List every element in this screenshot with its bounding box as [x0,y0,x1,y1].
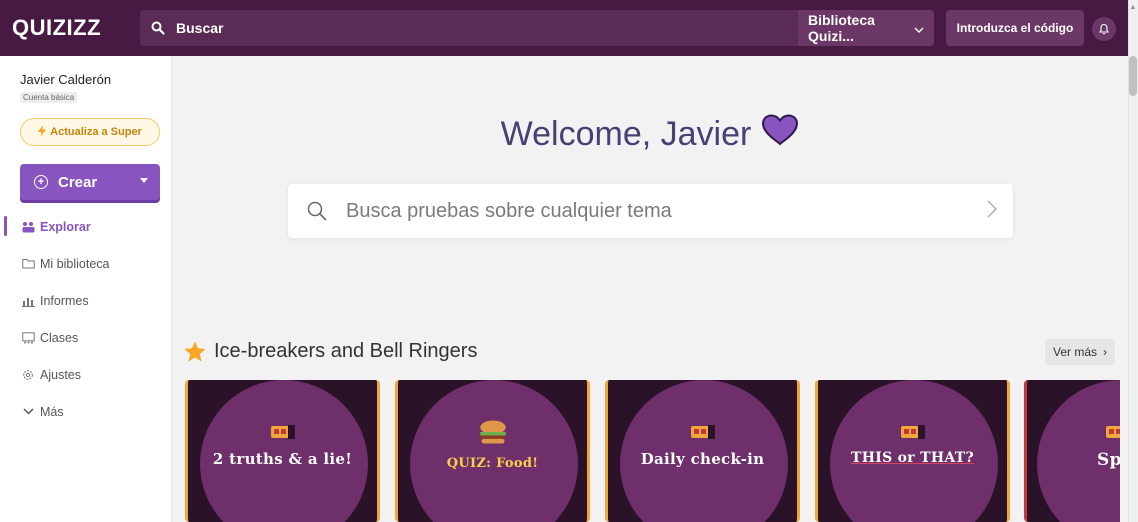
create-label: Crear [58,173,98,191]
sidebar-item-settings[interactable]: Ajustes [0,356,171,393]
sidebar-item-label: Clases [40,330,79,345]
sidebar: Javier Calderón Cuenta básica Actualiza … [0,56,172,522]
bus-logo-icon [1106,426,1120,438]
upgrade-button[interactable]: Actualiza a Super [20,118,160,146]
quiz-card[interactable]: 2 truths & a lie! [185,380,380,522]
see-more-button[interactable]: Ver más › [1045,339,1116,365]
top-search-bar[interactable]: Buscar Biblioteca Quizi... [140,10,934,46]
burger-icon [480,420,506,444]
bus-logo-icon [271,425,295,439]
card-title: QUIZ: Food! [446,456,539,471]
settings-icon [20,369,36,381]
see-more-label: Ver más [1053,345,1098,359]
scroll-up-arrow-icon[interactable]: ▲ [1129,4,1137,12]
quiz-card[interactable]: QUIZ: Food! [395,380,590,522]
page-scrollbar[interactable]: ▲ [1128,0,1138,522]
sidebar-item-explore[interactable]: Explorar [0,208,171,245]
quiz-card[interactable]: Daily check-in [605,380,800,522]
chevron-right-icon: › [1103,345,1108,359]
user-name: Javier Calderón [20,72,112,87]
sidebar-item-label: Mi biblioteca [40,256,110,271]
sidebar-item-library[interactable]: Mi biblioteca [0,245,171,282]
sidebar-item-classes[interactable]: Clases [0,319,171,356]
folder-icon [20,258,36,269]
quiz-card-carousel: 2 truths & a lie! QUIZ: Food! Daily chec… [185,380,1120,522]
notification-bell-icon[interactable] [1092,17,1116,41]
sidebar-item-label: Más [40,404,64,419]
explore-icon [20,221,36,233]
welcome-text: Welcome, Javier [500,115,752,153]
plus-circle-icon: + [34,175,48,189]
quiz-search-input[interactable]: Busca pruebas sobre cualquier tema [288,184,1013,238]
search-placeholder: Busca pruebas sobre cualquier tema [346,199,672,222]
sidebar-item-label: Explorar [40,219,91,234]
enter-code-button[interactable]: Introduzca el código [946,10,1084,46]
quizizz-logo[interactable]: QUIZIZZ [0,0,140,56]
scrollbar-thumb[interactable] [1129,56,1137,96]
card-title: Daily check-in [640,450,765,468]
quiz-card[interactable]: Spotl [1024,380,1120,522]
section-title: Ice-breakers and Bell Ringers [184,340,477,363]
caret-down-icon[interactable] [140,178,148,183]
create-button[interactable]: + Crear [20,164,160,200]
quiz-card[interactable]: THIS or THAT? [815,380,1010,522]
card-title: THIS or THAT? [850,450,975,466]
welcome-heading: Welcome, Javier [172,114,1128,155]
chevron-right-icon[interactable] [987,200,997,223]
card-title: 2 truths & a lie! [212,450,353,468]
upgrade-label: Actualiza a Super [50,126,142,138]
search-icon [288,201,346,221]
sidebar-item-label: Ajustes [40,367,81,382]
lightning-icon [38,124,47,140]
bus-logo-icon [691,425,715,439]
star-icon [184,341,206,362]
chevron-down-icon [914,20,924,36]
bus-logo-icon [901,425,925,439]
reports-icon [20,295,36,307]
card-title: Spotl [1097,450,1120,470]
search-icon [140,21,176,35]
sidebar-item-reports[interactable]: Informes [0,282,171,319]
heart-icon [761,114,799,155]
plan-badge: Cuenta básica [20,92,78,103]
search-label: Buscar [176,20,224,36]
library-select-value: Biblioteca Quizi... [808,12,875,44]
classes-icon [20,331,36,344]
top-bar: QUIZIZZ Buscar Biblioteca Quizi... Intro… [0,0,1128,56]
sidebar-nav: Explorar Mi biblioteca Informes Clases A… [0,208,171,430]
sidebar-item-more[interactable]: Más [0,393,171,430]
card-background-circle [410,380,578,522]
sidebar-item-label: Informes [40,293,89,308]
library-select[interactable]: Biblioteca Quizi... [798,10,934,46]
chevron-down-icon [20,408,36,415]
section-title-text: Ice-breakers and Bell Ringers [214,340,478,362]
